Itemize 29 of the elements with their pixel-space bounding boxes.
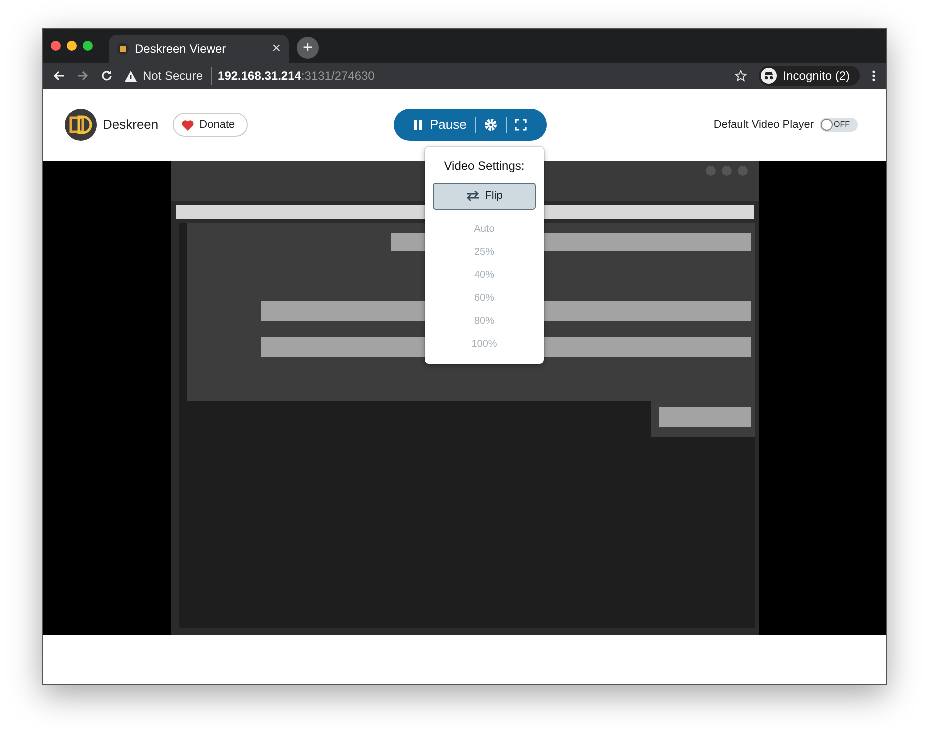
settings-icon [484, 118, 498, 132]
donate-button[interactable]: Donate [172, 112, 248, 138]
fullscreen-icon [514, 119, 527, 131]
incognito-profile-button[interactable]: Incognito (2) [759, 66, 860, 86]
default-player-toggle[interactable]: OFF [820, 118, 858, 132]
minimize-window-icon[interactable] [67, 41, 77, 51]
heart-icon [182, 120, 194, 130]
warning-icon [125, 70, 137, 82]
incognito-icon [761, 68, 778, 84]
security-label[interactable]: Not Secure [143, 67, 212, 85]
flip-button[interactable]: Flip [433, 183, 536, 210]
maximize-window-icon[interactable] [83, 41, 93, 51]
back-icon[interactable] [53, 70, 65, 82]
browser-tab[interactable]: Deskreen Viewer × [109, 35, 289, 63]
popover-title: Video Settings: [443, 158, 526, 175]
default-player-label: Default Video Player [714, 118, 814, 133]
star-icon[interactable] [735, 70, 748, 82]
pause-button[interactable]: Pause [406, 115, 475, 135]
app-name: Deskreen [103, 116, 159, 134]
forward-icon[interactable] [77, 70, 89, 82]
swap-icon [466, 191, 480, 202]
close-window-icon[interactable] [51, 41, 61, 51]
pause-icon [414, 120, 422, 130]
favicon-icon [117, 43, 129, 55]
menu-icon[interactable] [872, 70, 876, 82]
deskreen-logo-icon [65, 109, 97, 141]
reload-icon[interactable] [101, 70, 113, 82]
url-text[interactable]: 192.168.31.214:3131/274630 [218, 67, 375, 85]
new-tab-button[interactable]: + [297, 37, 319, 59]
